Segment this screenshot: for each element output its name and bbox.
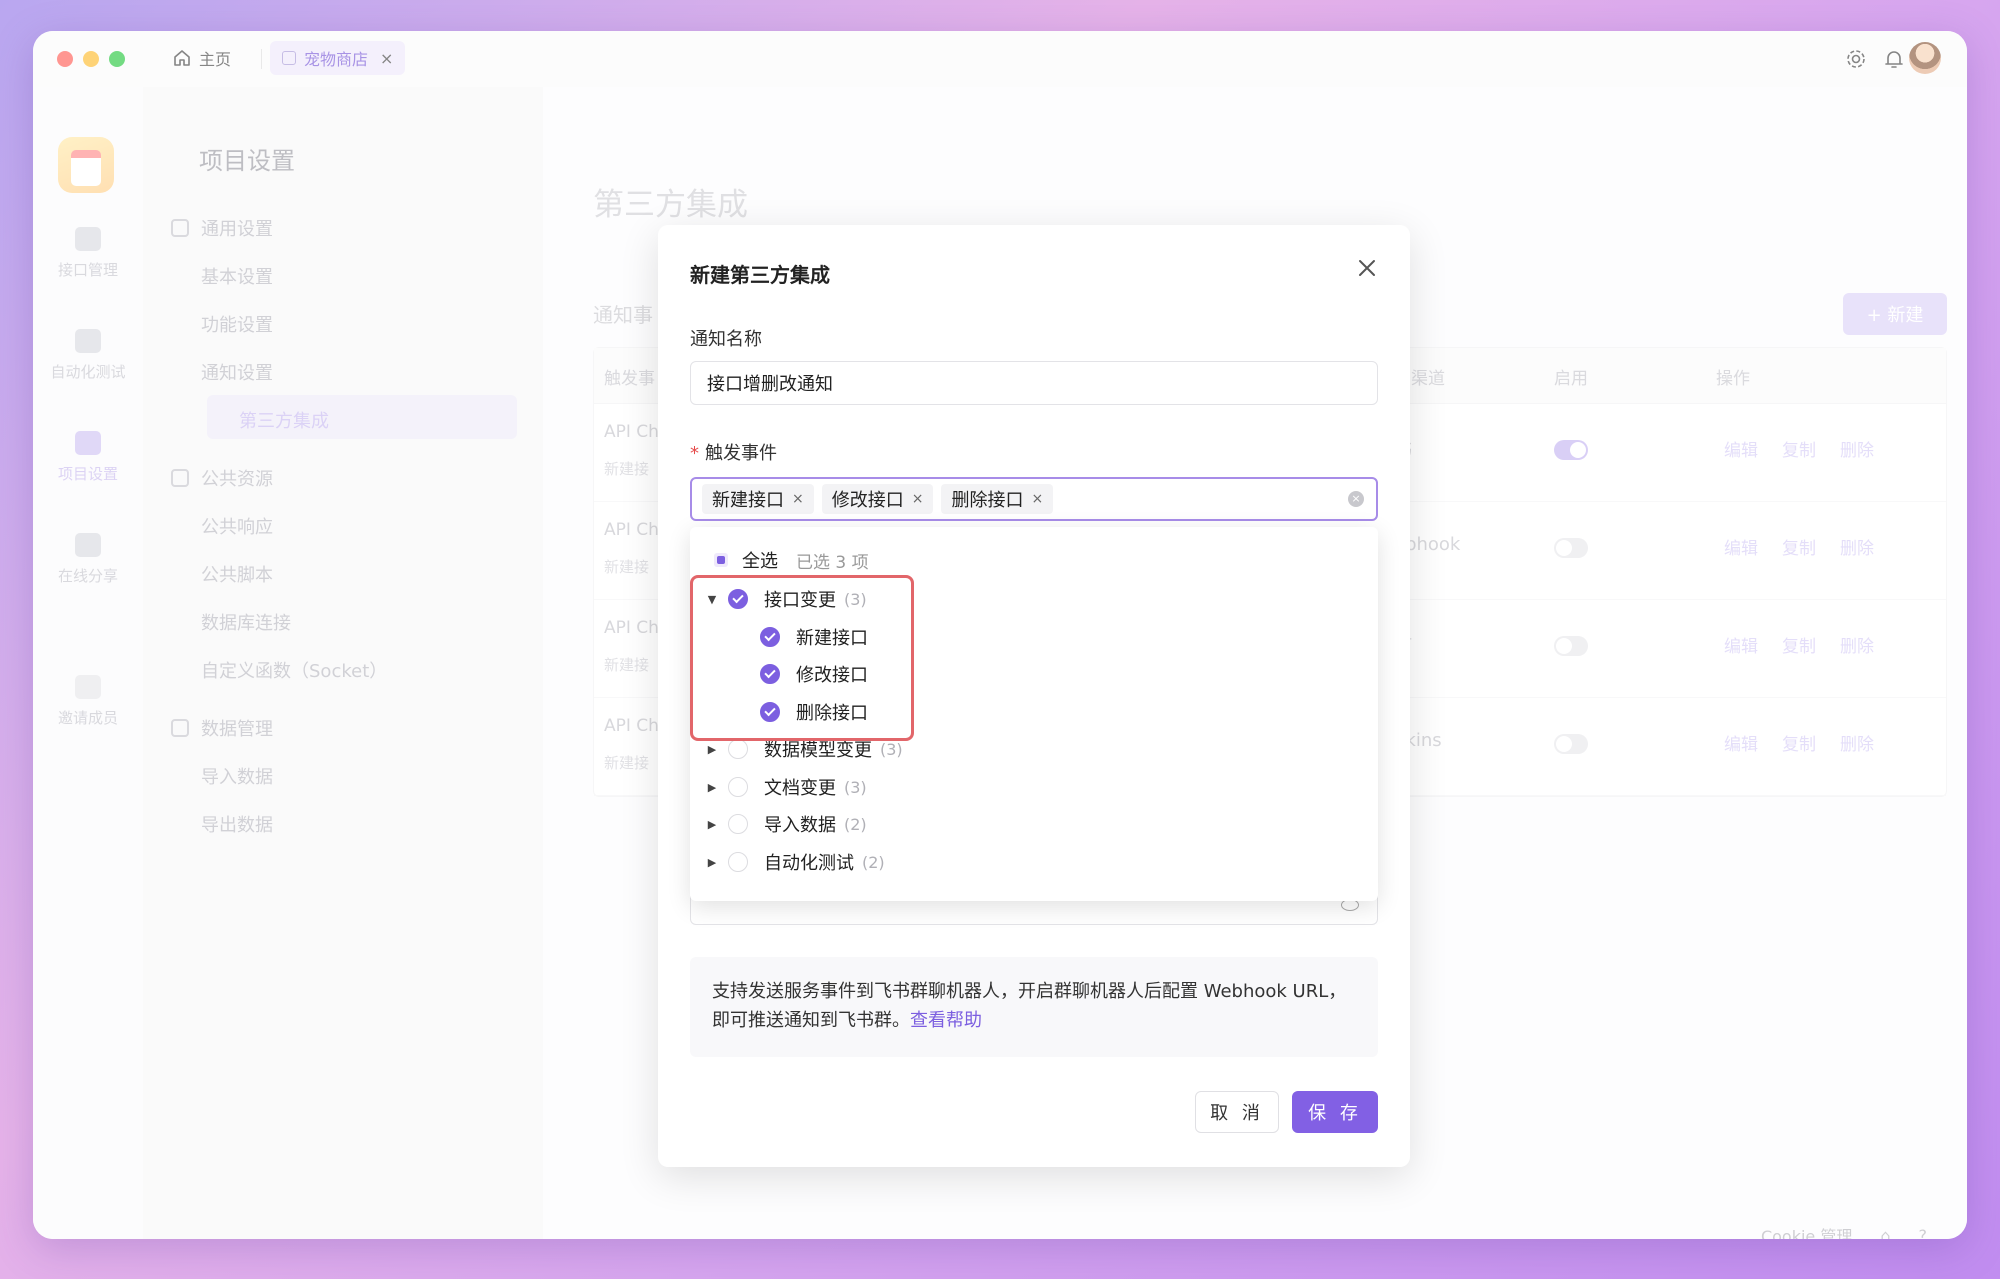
group-count: (2) (844, 814, 867, 834)
group-checkbox[interactable] (728, 852, 748, 872)
caret-right-icon[interactable]: ▶ (706, 743, 718, 756)
group-label: 导入数据 (764, 815, 836, 836)
tree-group-doc-change[interactable]: ▶ 文档变更 (3) (706, 770, 867, 804)
event-chip: 删除接口 × (941, 484, 1054, 514)
select-all-label: 全选 (742, 551, 778, 572)
select-all-indeterminate-icon (714, 553, 728, 567)
required-mark: * (690, 443, 699, 464)
caret-right-icon[interactable]: ▶ (706, 781, 718, 794)
event-chip-label: 新建接口 (712, 490, 784, 511)
group-checkbox[interactable] (728, 814, 748, 834)
selected-count: 已选 3 项 (796, 552, 869, 573)
highlight-box (690, 575, 914, 741)
tree-group-auto-test[interactable]: ▶ 自动化测试 (2) (706, 845, 885, 879)
group-label: 自动化测试 (764, 853, 854, 874)
dialog-title: 新建第三方集成 (690, 263, 830, 287)
name-label: 通知名称 (690, 329, 762, 350)
events-label: * 触发事件 (690, 439, 777, 465)
remove-chip-icon[interactable]: × (912, 491, 924, 507)
save-button[interactable]: 保 存 (1292, 1091, 1378, 1133)
event-chip-label: 删除接口 (951, 490, 1024, 511)
close-icon[interactable] (1354, 255, 1380, 281)
group-checkbox[interactable] (728, 739, 748, 759)
caret-right-icon[interactable]: ▶ (706, 818, 718, 831)
event-chip: 修改接口 × (821, 484, 934, 514)
caret-right-icon[interactable]: ▶ (706, 856, 718, 869)
group-count: (3) (844, 777, 867, 797)
notification-name-value: 接口增删改通知 (707, 374, 833, 395)
event-chip: 新建接口 × (702, 484, 814, 514)
tree-group-import[interactable]: ▶ 导入数据 (2) (706, 807, 867, 841)
events-label-text: 触发事件 (705, 443, 777, 464)
select-all-row[interactable]: 全选 已选 3 项 (690, 543, 869, 577)
remove-chip-icon[interactable]: × (792, 491, 804, 507)
event-chip-label: 修改接口 (831, 490, 904, 511)
remove-chip-icon[interactable]: × (1031, 491, 1043, 507)
notification-name-input[interactable]: 接口增删改通知 (690, 361, 1378, 405)
new-integration-dialog: 新建第三方集成 通知名称 接口增删改通知 * 触发事件 新建接口 × 修改接口 ×… (658, 225, 1410, 1167)
cancel-button[interactable]: 取 消 (1195, 1091, 1279, 1133)
group-label: 文档变更 (764, 778, 836, 799)
group-count: (2) (862, 852, 885, 872)
info-box: 支持发送服务事件到飞书群聊机器人，开启群聊机器人后配置 Webhook URL，… (690, 957, 1378, 1057)
help-link[interactable]: 查看帮助 (910, 1010, 982, 1031)
clear-icon[interactable]: × (1348, 491, 1364, 507)
app-window: 主页 宠物商店 × 接口管理 自动化测试 项目设置 在线分享 邀请成员 项目设置… (33, 31, 1967, 1239)
info-text: 支持发送服务事件到飞书群聊机器人，开启群聊机器人后配置 Webhook URL，… (712, 981, 1347, 1031)
group-checkbox[interactable] (728, 777, 748, 797)
events-select[interactable]: 新建接口 × 修改接口 × 删除接口 × × (690, 477, 1378, 521)
group-count: (3) (880, 739, 903, 759)
